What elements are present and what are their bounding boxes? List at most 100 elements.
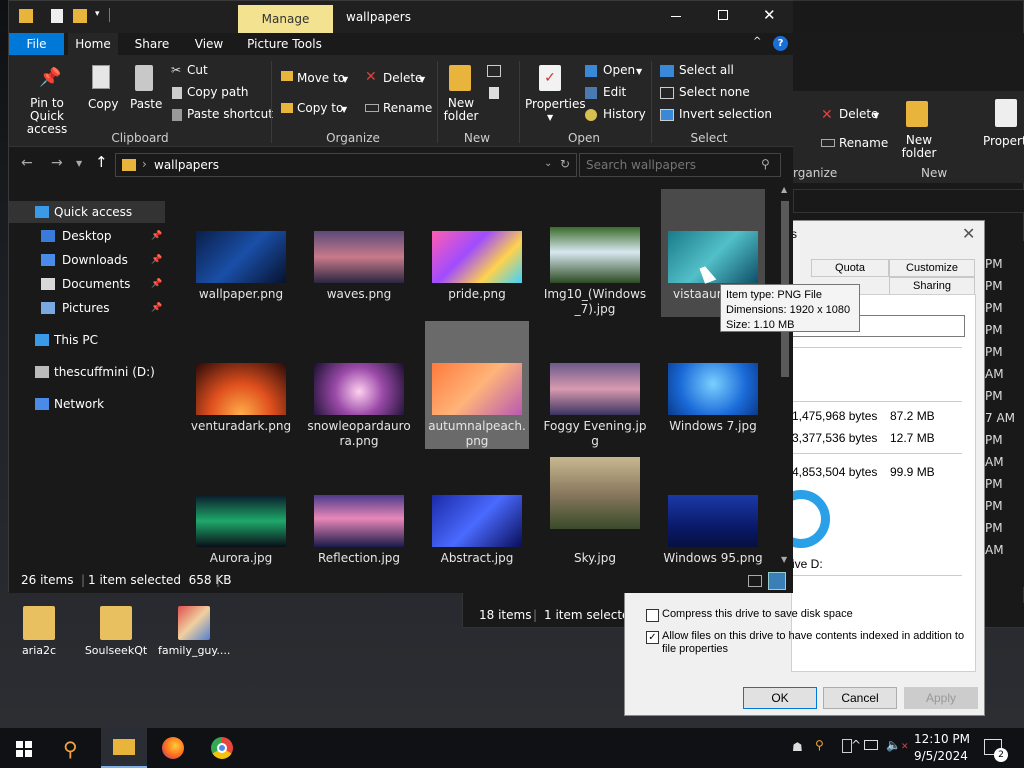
apply-button[interactable]: Apply xyxy=(904,687,978,709)
file-tile[interactable]: Windows 7.jpg xyxy=(661,321,765,449)
file-tile[interactable]: Foggy Evening.jpg xyxy=(543,321,647,449)
scroll-down-icon[interactable]: ▼ xyxy=(781,555,787,564)
select-none-button[interactable]: Select none xyxy=(679,85,750,99)
search-box[interactable]: ⚲ xyxy=(579,153,781,177)
details-view-icon[interactable] xyxy=(748,575,762,587)
address-dropdown-icon[interactable]: ⌄ xyxy=(544,158,552,169)
new-folder-button[interactable]: New folder xyxy=(443,97,479,123)
new-item-icon[interactable] xyxy=(487,65,501,77)
copy-to-button[interactable]: Copy to xyxy=(297,101,343,115)
cut-button[interactable]: Cut xyxy=(187,63,208,77)
open-button[interactable]: Open xyxy=(603,63,635,77)
desktop-icon[interactable]: aria2c xyxy=(3,604,75,657)
file-tile[interactable]: Windows 95.png xyxy=(661,453,765,569)
tab-sharing[interactable]: Sharing xyxy=(889,277,975,295)
minimize-icon[interactable] xyxy=(671,16,681,17)
invert-selection-button[interactable]: Invert selection xyxy=(679,107,772,121)
cancel-button[interactable]: Cancel xyxy=(823,687,897,709)
large-icons-view-icon[interactable] xyxy=(768,572,786,590)
close-icon[interactable]: ✕ xyxy=(763,6,776,24)
tab-picture-tools[interactable]: Picture Tools xyxy=(247,33,322,55)
tab-quota[interactable]: Quota xyxy=(811,259,889,277)
cut-icon: ✂ xyxy=(171,63,182,77)
index-checkbox[interactable]: ✓ xyxy=(646,631,659,644)
properties-button[interactable]: Properties xyxy=(525,97,586,111)
file-tile[interactable]: snowleopardaurora.png xyxy=(307,321,411,449)
easy-access-icon[interactable] xyxy=(489,87,499,99)
dialog-close-icon[interactable]: ✕ xyxy=(962,224,975,244)
address-bar[interactable]: › wallpapers ⌄ ↻ xyxy=(115,153,577,177)
nav-item-desktop[interactable]: Desktop 📌 xyxy=(9,225,165,247)
forward-arrow-icon[interactable]: → xyxy=(51,155,63,171)
vertical-scrollbar[interactable]: ▲ ▼ xyxy=(777,183,793,569)
select-all-button[interactable]: Select all xyxy=(679,63,734,77)
tab-file[interactable]: File xyxy=(9,33,64,55)
clock-time[interactable]: 12:10 PM xyxy=(914,732,970,746)
back-arrow-icon[interactable]: ← xyxy=(21,155,33,171)
up-arrow-icon[interactable]: ↑ xyxy=(95,153,108,171)
refresh-icon[interactable]: ↻ xyxy=(560,157,570,171)
history-button[interactable]: History xyxy=(603,107,646,121)
copy-button[interactable]: Copy xyxy=(88,97,118,111)
recent-locations-icon[interactable]: ▼ xyxy=(76,159,82,168)
start-icon[interactable] xyxy=(16,741,32,757)
chrome-icon[interactable] xyxy=(211,737,233,759)
rename-button[interactable]: Rename xyxy=(383,101,432,115)
nav-item-documents[interactable]: Documents 📌 xyxy=(9,273,165,295)
file-tile[interactable]: Aurora.jpg xyxy=(189,453,293,569)
file-tile[interactable]: Sky.jpg xyxy=(543,453,647,569)
search-input[interactable] xyxy=(586,157,756,173)
search-taskbar-icon[interactable]: ⚲ xyxy=(63,737,78,761)
tab-share[interactable]: Share xyxy=(127,33,177,55)
tab-customize[interactable]: Customize xyxy=(889,259,975,277)
delete-button[interactable]: Delete xyxy=(383,71,422,85)
paste-shortcut-button[interactable]: Paste shortcut xyxy=(187,107,273,121)
manage-context-tab[interactable]: Manage xyxy=(238,5,333,33)
file-tile[interactable]: venturadark.png xyxy=(189,321,293,449)
tray-search-icon[interactable]: ⚲ xyxy=(815,738,824,752)
file-tile[interactable]: Reflection.jpg xyxy=(307,453,411,569)
file-tile[interactable]: pride.png xyxy=(425,189,529,317)
back-new-folder-button[interactable]: New folder xyxy=(901,134,937,160)
nav-item-quick-access[interactable]: Quick access xyxy=(9,201,165,223)
copy-path-button[interactable]: Copy path xyxy=(187,85,249,99)
paste-button[interactable]: Paste xyxy=(130,97,162,111)
file-tile[interactable]: Abstract.jpg xyxy=(425,453,529,569)
tab-view[interactable]: View xyxy=(184,33,234,55)
title-bar[interactable]: ▾ Manage wallpapers ✕ xyxy=(9,1,793,33)
scroll-up-icon[interactable]: ▲ xyxy=(781,185,787,194)
ok-button[interactable]: OK xyxy=(743,687,817,709)
network-icon[interactable] xyxy=(864,740,878,750)
nav-item-pictures[interactable]: Pictures 📌 xyxy=(9,297,165,319)
file-tile[interactable]: wallpaper.png xyxy=(189,189,293,317)
new-folder-quick-icon[interactable] xyxy=(73,9,87,23)
tray-expand-icon[interactable]: ^ xyxy=(851,738,861,752)
nav-item-thescuffmini-d[interactable]: thescuffmini (D:) xyxy=(9,361,165,383)
collapse-ribbon-icon[interactable]: ^ xyxy=(753,36,761,47)
clock-date[interactable]: 9/5/2024 xyxy=(914,749,968,763)
nav-item-network[interactable]: Network xyxy=(9,393,165,415)
compress-checkbox[interactable] xyxy=(646,609,659,622)
volume-muted-icon[interactable]: 🔈✕ xyxy=(886,738,909,752)
explorer-window[interactable]: ▾ Manage wallpapers ✕ File Home Share Vi… xyxy=(8,0,793,593)
customize-toolbar-icon[interactable]: ▾ xyxy=(95,9,100,19)
desktop-icon[interactable]: SoulseekQt xyxy=(80,604,152,657)
firefox-icon[interactable] xyxy=(162,737,184,759)
back-properties-button[interactable]: Properti xyxy=(983,134,1024,148)
help-icon[interactable]: ? xyxy=(773,36,788,51)
tab-home[interactable]: Home xyxy=(68,33,118,55)
file-tile[interactable]: waves.png xyxy=(307,189,411,317)
file-tile[interactable]: autumnalpeach.png xyxy=(425,321,529,449)
nav-item-this-pc[interactable]: This PC xyxy=(9,329,165,351)
tray-people-icon[interactable]: ☗ xyxy=(792,740,803,754)
properties-quick-icon[interactable] xyxy=(51,9,63,23)
nav-item-downloads[interactable]: Downloads 📌 xyxy=(9,249,165,271)
maximize-icon[interactable] xyxy=(718,10,728,20)
back-rename-button[interactable]: Rename xyxy=(839,136,888,150)
desktop-icon[interactable]: family_guy.... xyxy=(158,604,230,657)
edit-button[interactable]: Edit xyxy=(603,85,626,99)
file-explorer-taskbar-icon[interactable] xyxy=(101,728,147,768)
file-tile[interactable]: Img10_(Windows_7).jpg xyxy=(543,189,647,317)
move-to-button[interactable]: Move to xyxy=(297,71,345,85)
back-file-list[interactable]: PM PM PM PM PM AM PM 7 AM PM AM PM PM PM AM xyxy=(983,241,1024,587)
